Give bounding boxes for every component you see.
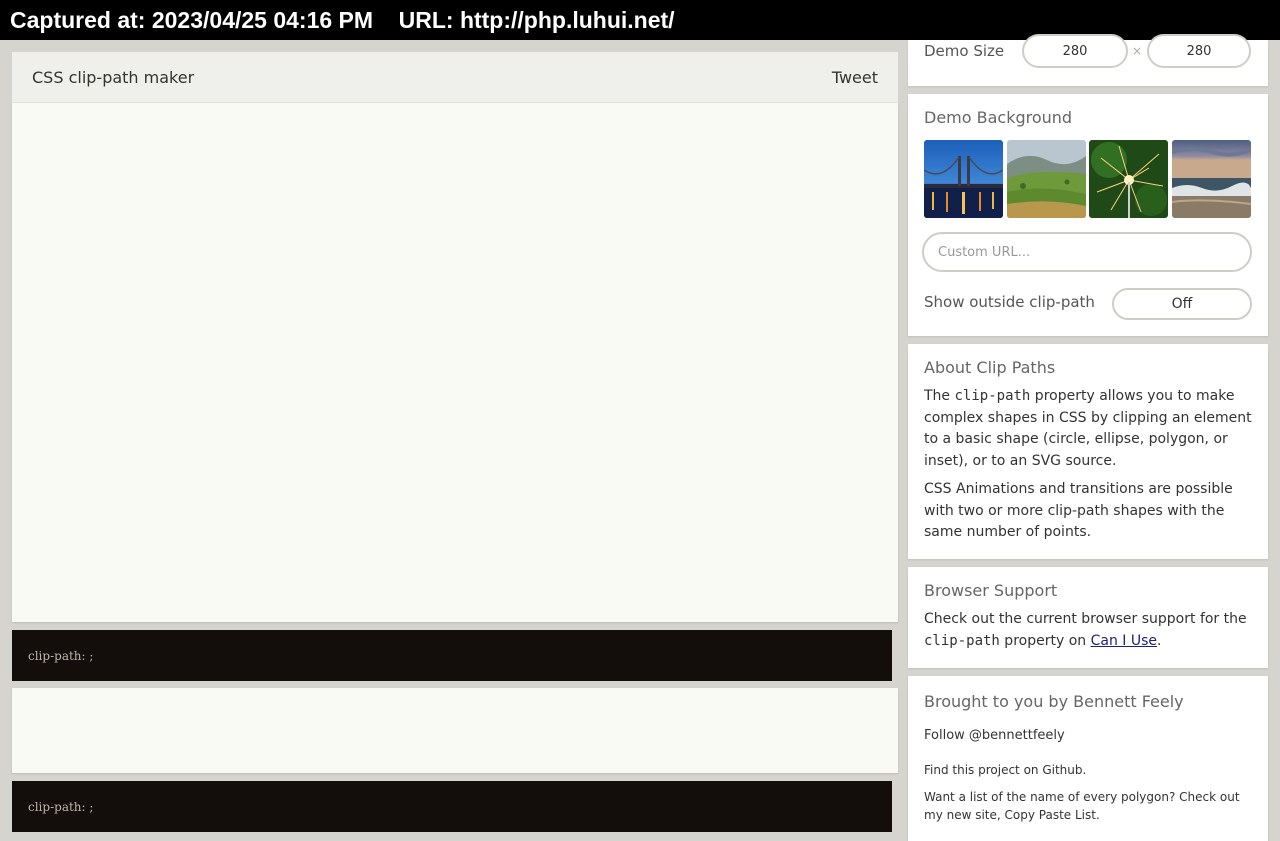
about-paragraph-2: CSS Animations and transitions are possi… [924,481,1233,540]
show-outside-label: Show outside clip-path [924,293,1095,311]
about-panel: About Clip Paths The clip-path property … [908,344,1268,559]
about-title: About Clip Paths [924,358,1056,377]
can-i-use-link[interactable]: Can I Use [1091,633,1157,649]
clip-path-code-output-secondary[interactable]: clip-path: ; [12,781,892,832]
green-hills-image[interactable] [1007,140,1086,218]
demo-background-panel: Demo Background Custom URL... Show outsi… [908,94,1268,336]
browser-support-text: Check out the current browser support fo… [924,611,1247,649]
bridge-night-image[interactable] [924,140,1003,218]
sparkler-image[interactable] [1089,140,1168,218]
about-paragraph-1: The clip-path property allows you to mak… [924,388,1252,469]
custom-url-input[interactable] [922,232,1252,272]
demo-size-label: Demo Size [924,42,1005,60]
clip-path-code-term: clip-path [954,388,1031,404]
tweet-link[interactable]: Tweet [832,68,878,87]
copy-paste-list-link[interactable]: Want a list of the name of every polygon… [924,788,1260,824]
shape-presets-panel [12,688,898,773]
follow-link[interactable]: Follow @bennettfeely [924,728,1065,743]
ocean-waves-image[interactable] [1172,140,1251,218]
demo-height-input[interactable]: 280 [1147,34,1251,68]
clip-path-code-term: clip-path [924,632,1000,649]
times-separator: × [1132,44,1143,58]
browser-support-title: Browser Support [924,581,1058,600]
app-title: CSS clip-path maker [32,67,195,87]
credits-panel: Brought to you by Bennett Feely Follow @… [908,676,1268,841]
demo-size-panel: Demo Size 280 × 280 [908,34,1268,86]
demo-background-title: Demo Background [924,108,1073,127]
clip-path-code-output[interactable]: clip-path: ; [12,630,892,681]
github-link[interactable]: Find this project on Github. [924,763,1086,777]
clip-path-demo-canvas[interactable] [12,103,898,622]
app-header: CSS clip-path maker Tweet [12,52,898,103]
demo-width-input[interactable]: 280 [1022,34,1128,68]
show-outside-toggle[interactable]: Off [1112,288,1252,320]
credits-title: Brought to you by Bennett Feely [924,692,1184,711]
browser-support-panel: Browser Support Check out the current br… [908,567,1268,668]
